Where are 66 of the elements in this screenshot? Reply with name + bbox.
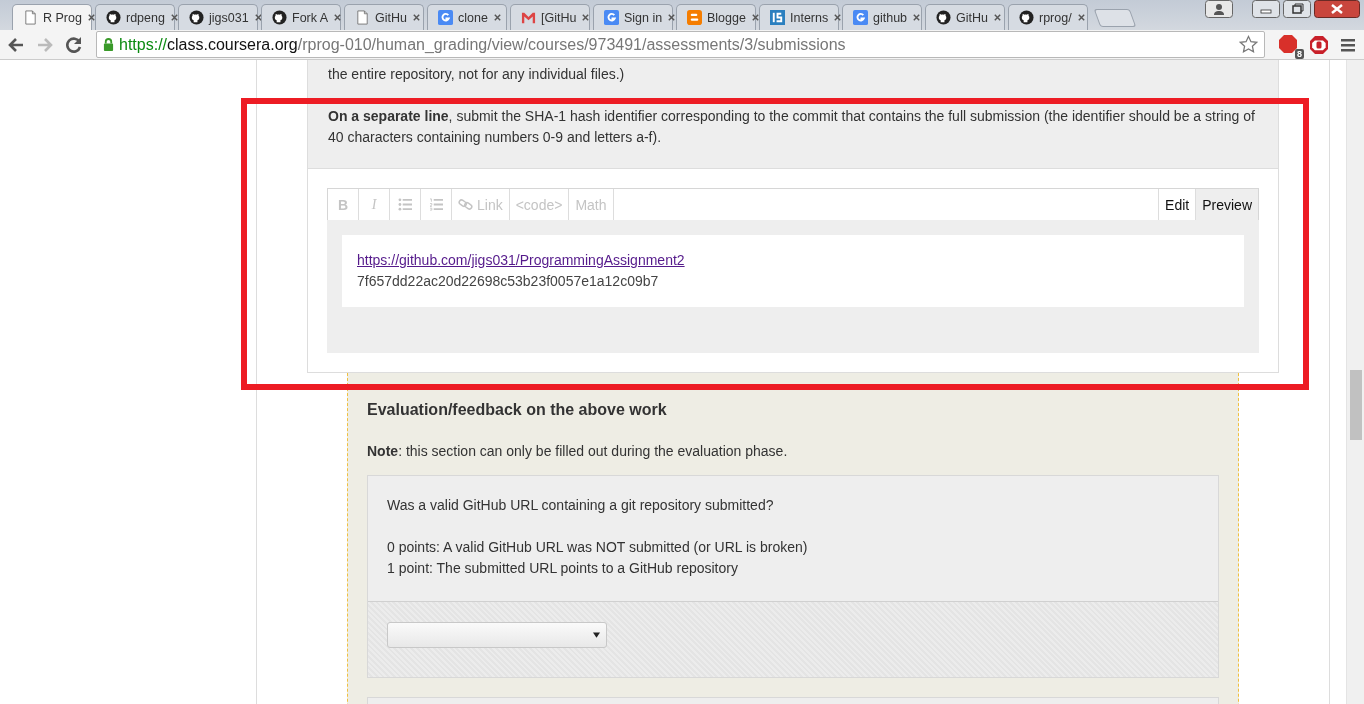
close-icon[interactable] xyxy=(86,13,96,22)
google-icon xyxy=(604,10,619,25)
google-icon xyxy=(853,10,868,25)
page-icon xyxy=(23,10,38,25)
lock-icon xyxy=(103,37,114,52)
instruction-text: the entire repository, not for any individual files.) xyxy=(328,65,626,84)
user-icon[interactable] xyxy=(1205,0,1233,18)
close-icon[interactable] xyxy=(411,13,421,22)
close-icon[interactable] xyxy=(912,13,922,22)
browser-tab[interactable]: Interns xyxy=(759,4,839,30)
browser-tab[interactable]: R Prog xyxy=(12,4,92,30)
close-icon[interactable] xyxy=(833,13,843,22)
octocat-icon xyxy=(1019,10,1034,25)
octocat-icon xyxy=(936,10,951,25)
google-icon xyxy=(438,10,453,25)
page-icon xyxy=(355,10,370,25)
octocat-icon xyxy=(272,10,287,25)
close-icon[interactable] xyxy=(492,13,502,22)
browser-tab[interactable]: GitHu xyxy=(925,4,1005,30)
browser-tab[interactable]: GitHu xyxy=(344,4,424,30)
question-text: Was a valid GitHub URL containing a git repository submitted? xyxy=(387,496,774,515)
octocat-icon xyxy=(189,10,204,25)
stop-sign-icon[interactable] xyxy=(1278,33,1298,54)
octocat-icon xyxy=(106,10,121,25)
close-icon[interactable] xyxy=(581,13,591,22)
scrollbar-thumb[interactable] xyxy=(1350,370,1362,440)
criterion-text: 1 point: The submitted URL points to a GitHub repository xyxy=(387,559,738,578)
caret-icon xyxy=(593,632,600,638)
browser-tab[interactable]: rdpeng xyxy=(95,4,175,30)
bullet-list-icon xyxy=(397,198,413,211)
reload-icon[interactable] xyxy=(64,34,84,55)
instruction-text: On a separate line, submit the SHA-1 hash identifier corresponding to the commit that contains the full submission (the identifier should be a string of 40 characters containing numbers 0-9 and letters a-f). xyxy=(328,107,1256,147)
maximize-icon[interactable] xyxy=(1283,0,1311,18)
hand-stop-icon[interactable] xyxy=(1309,34,1329,55)
browser-tab[interactable]: Blogge xyxy=(676,4,756,30)
close-icon[interactable] xyxy=(992,13,1002,22)
criterion-text: 0 points: A valid GitHub URL was NOT submitted (or URL is broken) xyxy=(387,538,808,557)
repository-link[interactable]: https://github.com/jigs031/ProgrammingAssignment2 xyxy=(357,250,685,271)
close-icon[interactable] xyxy=(750,13,760,22)
scrollbar[interactable] xyxy=(1346,60,1364,704)
browser-tab[interactable]: Fork A xyxy=(261,4,341,30)
section-heading: Evaluation/feedback on the above work xyxy=(367,401,667,419)
browser-tab[interactable]: clone xyxy=(427,4,507,30)
browser-tab[interactable]: jigs031 xyxy=(178,4,258,30)
close-icon[interactable] xyxy=(1076,13,1086,22)
mode-tab[interactable]: Preview xyxy=(1195,189,1258,220)
note-text: Note: this section can only be filled out during the evaluation phase. xyxy=(367,443,788,459)
star-icon[interactable] xyxy=(1239,35,1258,54)
numbered-list-icon xyxy=(428,198,444,211)
browser-tab[interactable]: github xyxy=(842,4,922,30)
close-icon[interactable] xyxy=(1314,0,1360,18)
commit-hash: 7f657dd22ac20d22698c53b23f0057e1a12c09b7 xyxy=(357,272,659,291)
square-logo-icon xyxy=(770,10,785,25)
browser-tab[interactable]: rprog/ xyxy=(1008,4,1088,30)
close-icon[interactable] xyxy=(667,13,677,22)
mail-icon xyxy=(521,10,536,25)
link-icon xyxy=(458,198,473,211)
browser-tab[interactable]: Sign in xyxy=(593,4,673,30)
extension-badge: 8 xyxy=(1295,48,1304,59)
close-icon[interactable] xyxy=(333,13,343,22)
address-field[interactable]: https://class.coursera.org/rprog-010/human_grading/view/courses/973491/assessments/3/submissions xyxy=(96,31,1265,58)
close-icon[interactable] xyxy=(169,13,179,22)
minimize-icon[interactable] xyxy=(1252,0,1280,18)
blogger-icon xyxy=(687,10,702,25)
close-icon[interactable] xyxy=(253,13,263,22)
browser-tab[interactable]: [GitHu xyxy=(510,4,590,30)
